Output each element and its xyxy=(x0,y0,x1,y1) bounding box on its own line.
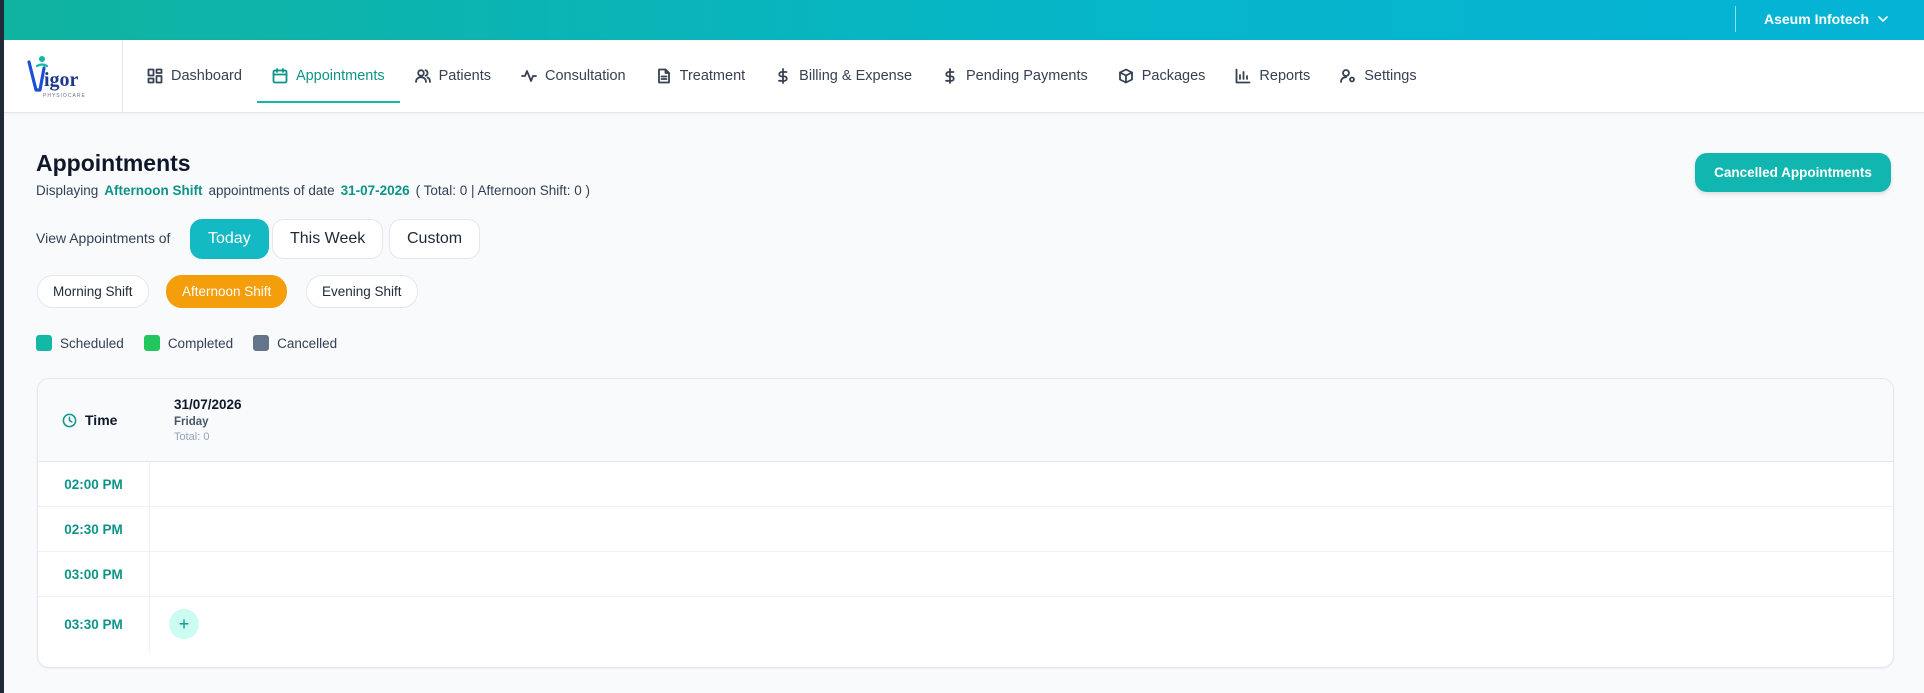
calendar-icon xyxy=(272,68,288,84)
schedule-header: Time 31/07/2026 Friday Total: 0 xyxy=(38,379,1893,462)
day-total: Total: 0 xyxy=(174,431,210,443)
dashboard-icon xyxy=(147,68,163,84)
nav-label: Appointments xyxy=(295,68,385,84)
logo-divider xyxy=(122,40,123,112)
logo-text: igor xyxy=(44,69,79,91)
dollar-icon xyxy=(945,68,955,84)
time-slot-label: 02:00 PM xyxy=(38,462,150,506)
primary-nav: Dashboard Appointments Patients Consulta… xyxy=(132,40,1432,112)
subtitle-prefix: Displaying xyxy=(36,183,99,198)
legend-completed: Completed xyxy=(143,335,234,351)
time-column-header: Time xyxy=(62,412,117,428)
subtitle-date: 31-07-2026 xyxy=(340,183,410,198)
nav-label: Billing & Expense xyxy=(799,68,913,84)
nav-item-settings[interactable]: Settings xyxy=(1325,40,1431,112)
subtitle-summary: ( Total: 0 | Afternoon Shift: 0 ) xyxy=(415,183,591,198)
nav-label: Patients xyxy=(438,68,492,84)
users-icon xyxy=(414,69,431,83)
header-divider xyxy=(1735,6,1736,32)
box-icon xyxy=(1118,68,1133,84)
main-navbar: igor PHYSIOCARE Dashboard Appointments P… xyxy=(4,40,1924,113)
legend-label: Cancelled xyxy=(277,335,338,351)
time-header-label: Time xyxy=(85,412,118,428)
nav-item-packages[interactable]: Packages xyxy=(1103,40,1221,112)
nav-item-pending-payments[interactable]: Pending Payments xyxy=(927,40,1103,112)
day-weekday: Friday xyxy=(174,416,209,428)
legend-cancelled: Cancelled xyxy=(253,335,337,351)
shift-evening-button[interactable]: Evening Shift xyxy=(306,275,418,308)
subtitle-shift: Afternoon Shift xyxy=(104,183,203,198)
user-settings-icon xyxy=(1340,69,1356,83)
range-today-button[interactable]: Today xyxy=(190,219,269,259)
legend-label: Scheduled xyxy=(60,335,124,351)
nav-item-treatment[interactable]: Treatment xyxy=(641,40,761,112)
cancelled-swatch xyxy=(253,335,270,351)
dollar-icon xyxy=(778,68,788,84)
organization-menu[interactable]: Aseum Infotech xyxy=(1764,0,1889,37)
logo-tagline: PHYSIOCARE xyxy=(43,93,86,99)
subtitle-mid: appointments of date xyxy=(208,183,335,198)
chevron-down-icon xyxy=(1878,15,1888,22)
nav-label: Packages xyxy=(1141,68,1206,84)
nav-item-consultation[interactable]: Consultation xyxy=(506,40,641,112)
shift-afternoon-button[interactable]: Afternoon Shift xyxy=(166,275,288,308)
bar-chart-icon xyxy=(1236,68,1251,84)
nav-label: Consultation xyxy=(545,68,626,84)
clock-icon xyxy=(62,413,77,427)
top-header-bar: Aseum Infotech xyxy=(4,0,1924,40)
time-slot-row[interactable]: 02:30 PM xyxy=(38,507,1893,552)
nav-item-appointments[interactable]: Appointments xyxy=(256,40,400,112)
nav-label: Pending Payments xyxy=(966,68,1088,84)
nav-item-patients[interactable]: Patients xyxy=(400,40,506,112)
scheduled-swatch xyxy=(36,335,52,351)
page-subtitle: Displaying Afternoon Shift appointments … xyxy=(36,183,590,198)
cancelled-appointments-button[interactable]: Cancelled Appointments xyxy=(1695,153,1891,192)
document-icon xyxy=(657,68,670,84)
appointments-page: Appointments Displaying Afternoon Shift … xyxy=(4,113,1924,693)
vigor-logo[interactable]: igor PHYSIOCARE xyxy=(26,52,98,100)
schedule-grid: Time 31/07/2026 Friday Total: 0 02:00 PM… xyxy=(37,378,1894,668)
completed-swatch xyxy=(143,335,160,351)
add-appointment-button[interactable]: + xyxy=(169,609,199,639)
time-slot-label: 02:30 PM xyxy=(38,507,150,551)
time-slot-label: 03:00 PM xyxy=(38,552,150,596)
day-date: 31/07/2026 xyxy=(174,397,242,412)
nav-label: Treatment xyxy=(679,68,746,84)
status-legend: Scheduled Completed Cancelled xyxy=(36,335,337,351)
view-range-label: View Appointments of xyxy=(36,230,171,246)
range-custom-button[interactable]: Custom xyxy=(389,219,481,259)
nav-label: Reports xyxy=(1259,68,1311,84)
activity-icon xyxy=(521,70,537,82)
nav-item-billing-expense[interactable]: Billing & Expense xyxy=(760,40,927,112)
nav-label: Dashboard xyxy=(171,68,242,84)
organization-name: Aseum Infotech xyxy=(1764,10,1870,27)
time-slot-row[interactable]: 02:00 PM xyxy=(38,462,1893,507)
nav-label: Settings xyxy=(1364,68,1417,84)
time-slot-row[interactable]: 03:00 PM xyxy=(38,552,1893,597)
legend-label: Completed xyxy=(167,335,234,351)
shift-morning-button[interactable]: Morning Shift xyxy=(37,275,149,308)
range-this-week-button[interactable]: This Week xyxy=(272,219,384,259)
time-slot-row[interactable]: 03:30 PM + xyxy=(38,597,1893,652)
nav-item-reports[interactable]: Reports xyxy=(1220,40,1325,112)
page-title: Appointments xyxy=(36,150,191,176)
legend-scheduled: Scheduled xyxy=(36,335,124,351)
nav-item-dashboard[interactable]: Dashboard xyxy=(132,40,257,112)
time-slot-label: 03:30 PM xyxy=(38,597,150,652)
